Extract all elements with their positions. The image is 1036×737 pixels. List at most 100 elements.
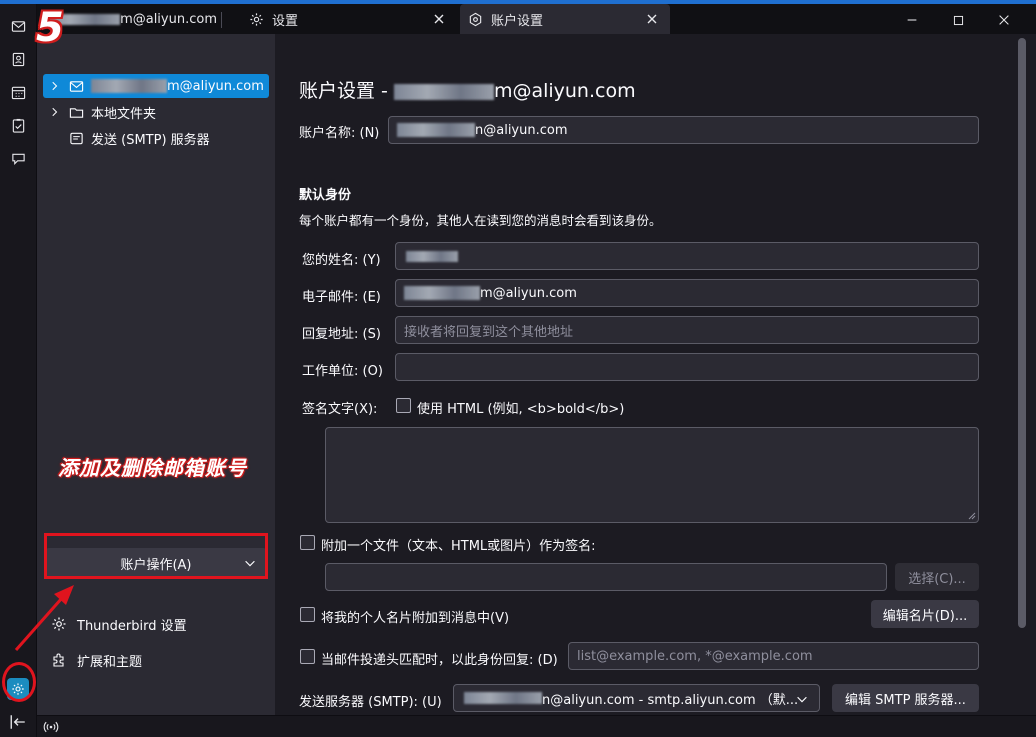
account-tree-pane: m@aliyun.com 本地文件夹 发送 (SMTP) 服务器 账户操作(A)…: [37, 34, 275, 715]
tab-separator: [221, 12, 222, 28]
spaces-toolbar: [0, 4, 37, 737]
chevron-right-icon[interactable]: [49, 80, 63, 92]
close-tab-icon[interactable]: [644, 11, 660, 27]
chevron-down-icon: [797, 696, 807, 703]
attach-file-signature-label: 附加一个文件（文本、HTML或图片）作为签名:: [321, 539, 596, 554]
tab-settings-label: 设置: [272, 13, 299, 29]
addons-themes-link[interactable]: 扩展和主题: [51, 649, 142, 671]
calendar-space-button[interactable]: [6, 80, 30, 104]
smtp-server-value: n@aliyun.com - smtp.aliyun.com （默...: [542, 692, 799, 708]
reply-match-input[interactable]: list@example.com, *@example.com: [568, 642, 979, 670]
status-bar: [37, 715, 1036, 737]
gear-icon: [52, 617, 66, 631]
addons-themes-label: 扩展和主题: [77, 654, 143, 670]
server-icon: [69, 130, 85, 146]
your-name-label: 您的姓名: (Y): [302, 253, 381, 268]
address-book-space-button[interactable]: [6, 47, 30, 71]
mail-icon: [11, 20, 25, 32]
thunderbird-settings-link[interactable]: Thunderbird 设置: [51, 613, 187, 635]
mail-space-button[interactable]: [6, 14, 30, 38]
resize-handle-icon[interactable]: [966, 510, 976, 520]
use-html-label: 使用 HTML (例如, <b>bold</b>): [417, 402, 625, 417]
signature-textarea[interactable]: [325, 427, 979, 523]
chevron-right-icon[interactable]: [49, 106, 63, 118]
tasks-space-button[interactable]: [6, 113, 30, 137]
tab-mail[interactable]: m@aliyun.com: [45, 4, 217, 34]
thunderbird-settings-label: Thunderbird 设置: [77, 618, 187, 634]
tab-settings[interactable]: 设置: [249, 4, 457, 34]
account-settings-icon: [469, 12, 482, 26]
annotation-circle: [2, 662, 36, 702]
minimize-button[interactable]: [889, 8, 935, 32]
close-window-button[interactable]: [981, 8, 1027, 32]
reply-match-checkbox[interactable]: [300, 649, 315, 664]
redacted-text: [464, 692, 542, 704]
tree-item-smtp-servers[interactable]: 发送 (SMTP) 服务器: [43, 126, 269, 150]
reply-to-input[interactable]: 接收者将回复到这个其他地址: [395, 316, 979, 344]
edit-smtp-server-button[interactable]: 编辑 SMTP 服务器...: [832, 684, 979, 712]
minimize-icon: [907, 19, 917, 21]
collapse-spaces-icon[interactable]: [9, 713, 27, 731]
edit-card-button[interactable]: 编辑名片(D)...: [871, 600, 979, 628]
maximize-button[interactable]: [935, 8, 981, 32]
page-title-prefix: 账户设置 -: [299, 80, 394, 102]
smtp-server-label: 发送服务器 (SMTP): (U): [299, 695, 442, 710]
account-name-label: 账户名称: (N): [299, 126, 380, 141]
tree-item-smtp-label: 发送 (SMTP) 服务器: [91, 132, 210, 148]
annotation-text: 添加及删除邮箱账号: [58, 456, 247, 480]
signature-label: 签名文字(X):: [302, 402, 378, 417]
email-label: 电子邮件: (E): [302, 290, 381, 305]
use-html-checkbox[interactable]: [396, 398, 411, 413]
tab-mail-label: m@aliyun.com: [120, 11, 217, 27]
attach-file-signature-checkbox[interactable]: [300, 535, 315, 550]
organization-input[interactable]: [395, 353, 979, 381]
scrollbar-thumb[interactable]: [1018, 38, 1026, 628]
signature-file-input[interactable]: [325, 563, 887, 591]
step-number-annotation: 5: [36, 5, 64, 51]
default-identity-heading: 默认身份: [299, 188, 352, 203]
smtp-server-select[interactable]: n@aliyun.com - smtp.aliyun.com （默...: [453, 684, 820, 712]
account-settings-content: 账户设置 - m@aliyun.com 账户名称: (N) n@aliyun.c…: [275, 34, 1008, 715]
page-title: 账户设置 - m@aliyun.com: [299, 76, 636, 103]
chat-icon: [11, 153, 25, 165]
chat-space-button[interactable]: [6, 146, 30, 170]
your-name-input[interactable]: [395, 242, 979, 270]
redacted-text: [397, 123, 475, 137]
redacted-text: [91, 79, 167, 93]
page-title-suffix: m@aliyun.com: [493, 80, 636, 102]
puzzle-icon: [53, 653, 64, 667]
email-input[interactable]: m@aliyun.com: [395, 279, 979, 307]
tab-account-settings-label: 账户设置: [491, 13, 544, 29]
account-icon: [69, 78, 85, 94]
annotation-highlight-box: [44, 533, 268, 579]
tree-item-local-folders-label: 本地文件夹: [91, 106, 157, 122]
reply-match-label: 当邮件投递头匹配时，以此身份回复: (D): [321, 653, 558, 668]
tree-item-account[interactable]: m@aliyun.com: [43, 74, 269, 98]
reply-to-label: 回复地址: (S): [302, 327, 381, 342]
reply-to-placeholder: 接收者将回复到这个其他地址: [404, 324, 574, 340]
choose-file-button[interactable]: 选择(C)...: [895, 563, 979, 591]
online-status-icon[interactable]: [43, 719, 59, 735]
redacted-text: [404, 286, 480, 300]
tab-account-settings[interactable]: 账户设置: [460, 4, 670, 34]
tree-item-local-folders[interactable]: 本地文件夹: [43, 100, 269, 124]
attach-vcard-checkbox[interactable]: [300, 607, 315, 622]
identity-description: 每个账户都有一个身份，其他人在读到您的消息时会看到该身份。: [299, 213, 662, 228]
gear-icon: [250, 12, 263, 26]
tasks-icon: [12, 118, 24, 133]
reply-match-placeholder: list@example.com, *@example.com: [577, 648, 813, 664]
calendar-icon: [11, 86, 25, 99]
redacted-text: [406, 250, 458, 262]
account-name-value: n@aliyun.com: [475, 122, 568, 138]
close-icon: [999, 15, 1009, 25]
close-tab-icon[interactable]: [431, 11, 447, 27]
account-name-input[interactable]: n@aliyun.com: [388, 116, 979, 144]
folder-icon: [69, 104, 85, 120]
maximize-icon: [953, 15, 963, 25]
tab-bar: m@aliyun.com 设置 账户设置: [37, 4, 1036, 34]
tree-item-account-label: m@aliyun.com: [167, 78, 264, 94]
redacted-text: [393, 83, 494, 100]
address-book-icon: [12, 52, 24, 66]
email-value: m@aliyun.com: [480, 285, 577, 301]
organization-label: 工作单位: (O): [302, 364, 383, 379]
